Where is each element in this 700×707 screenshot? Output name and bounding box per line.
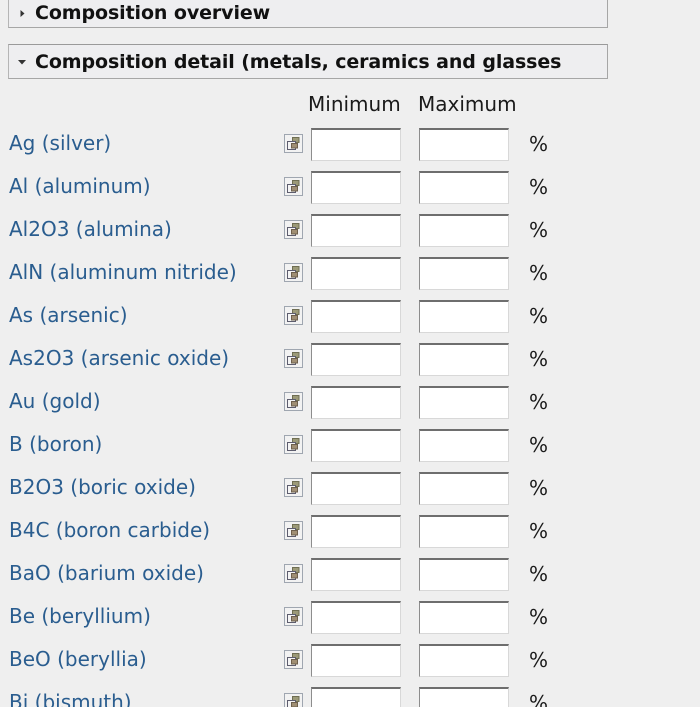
- row-label: As (arsenic): [9, 303, 128, 327]
- minimum-input[interactable]: [311, 601, 401, 634]
- row-label: BaO (barium oxide): [9, 561, 204, 585]
- maximum-input[interactable]: [419, 386, 509, 419]
- table-row: AlN (aluminum nitride)%: [0, 252, 700, 295]
- properties-icon[interactable]: [284, 263, 303, 282]
- properties-icon[interactable]: [284, 478, 303, 497]
- row-label: AlN (aluminum nitride): [9, 260, 237, 284]
- maximum-input[interactable]: [419, 128, 509, 161]
- composition-rows: Ag (silver)% Al (aluminum)% Al2O3 (alumina…: [0, 123, 700, 707]
- column-header-maximum: Maximum: [418, 92, 517, 116]
- minimum-input[interactable]: [311, 429, 401, 462]
- row-label: B4C (boron carbide): [9, 518, 211, 542]
- maximum-input[interactable]: [419, 300, 509, 333]
- properties-icon[interactable]: [284, 435, 303, 454]
- properties-icon[interactable]: [284, 220, 303, 239]
- table-row: Bi (bismuth)%: [0, 682, 700, 707]
- minimum-input[interactable]: [311, 472, 401, 505]
- maximum-input[interactable]: [419, 429, 509, 462]
- minimum-input[interactable]: [311, 214, 401, 247]
- minimum-input[interactable]: [311, 515, 401, 548]
- section-title: Composition overview: [35, 2, 271, 24]
- section-header-composition-overview[interactable]: Composition overview: [8, 0, 608, 28]
- row-label: Be (beryllium): [9, 604, 151, 628]
- minimum-input[interactable]: [311, 128, 401, 161]
- minimum-input[interactable]: [311, 343, 401, 376]
- table-row: Be (beryllium)%: [0, 596, 700, 639]
- minimum-input[interactable]: [311, 257, 401, 290]
- unit-label: %: [529, 261, 549, 285]
- row-label: As2O3 (arsenic oxide): [9, 346, 230, 370]
- row-label: Bi (bismuth): [9, 690, 132, 707]
- unit-label: %: [529, 605, 549, 629]
- maximum-input[interactable]: [419, 343, 509, 376]
- table-row: Al2O3 (alumina)%: [0, 209, 700, 252]
- maximum-input[interactable]: [419, 171, 509, 204]
- unit-label: %: [529, 132, 549, 156]
- unit-label: %: [529, 476, 549, 500]
- maximum-input[interactable]: [419, 472, 509, 505]
- row-label: BeO (beryllia): [9, 647, 147, 671]
- properties-icon[interactable]: [284, 521, 303, 540]
- properties-icon[interactable]: [284, 564, 303, 583]
- composition-panel: Composition overview Composition detail …: [0, 0, 700, 707]
- properties-icon[interactable]: [284, 306, 303, 325]
- section-title: Composition detail (metals, ceramics and…: [35, 50, 562, 73]
- properties-icon[interactable]: [284, 650, 303, 669]
- table-row: BaO (barium oxide)%: [0, 553, 700, 596]
- properties-icon[interactable]: [284, 134, 303, 153]
- table-row: Al (aluminum)%: [0, 166, 700, 209]
- properties-icon[interactable]: [284, 693, 303, 707]
- section-header-composition-detail[interactable]: Composition detail (metals, ceramics and…: [8, 44, 608, 79]
- table-row: B2O3 (boric oxide)%: [0, 467, 700, 510]
- minimum-input[interactable]: [311, 687, 401, 707]
- unit-label: %: [529, 218, 549, 242]
- minimum-input[interactable]: [311, 171, 401, 204]
- chevron-down-icon[interactable]: [9, 57, 35, 66]
- properties-icon[interactable]: [284, 177, 303, 196]
- table-row: B (boron)%: [0, 424, 700, 467]
- maximum-input[interactable]: [419, 687, 509, 707]
- table-row: As2O3 (arsenic oxide)%: [0, 338, 700, 381]
- column-header-minimum: Minimum: [308, 92, 401, 116]
- minimum-input[interactable]: [311, 644, 401, 677]
- table-row: As (arsenic)%: [0, 295, 700, 338]
- row-label: Ag (silver): [9, 131, 112, 155]
- maximum-input[interactable]: [419, 515, 509, 548]
- properties-icon[interactable]: [284, 349, 303, 368]
- row-label: Au (gold): [9, 389, 101, 413]
- maximum-input[interactable]: [419, 257, 509, 290]
- unit-label: %: [529, 691, 549, 707]
- properties-icon[interactable]: [284, 607, 303, 626]
- minimum-input[interactable]: [311, 386, 401, 419]
- maximum-input[interactable]: [419, 601, 509, 634]
- unit-label: %: [529, 390, 549, 414]
- table-row: Au (gold)%: [0, 381, 700, 424]
- row-label: B (boron): [9, 432, 103, 456]
- row-label: Al (aluminum): [9, 174, 151, 198]
- minimum-input[interactable]: [311, 558, 401, 591]
- table-row: BeO (beryllia)%: [0, 639, 700, 682]
- unit-label: %: [529, 519, 549, 543]
- table-row: Ag (silver)%: [0, 123, 700, 166]
- row-label: Al2O3 (alumina): [9, 217, 172, 241]
- properties-icon[interactable]: [284, 392, 303, 411]
- chevron-right-icon[interactable]: [9, 9, 35, 18]
- maximum-input[interactable]: [419, 558, 509, 591]
- unit-label: %: [529, 175, 549, 199]
- row-label: B2O3 (boric oxide): [9, 475, 196, 499]
- unit-label: %: [529, 304, 549, 328]
- unit-label: %: [529, 347, 549, 371]
- maximum-input[interactable]: [419, 644, 509, 677]
- unit-label: %: [529, 648, 549, 672]
- table-row: B4C (boron carbide)%: [0, 510, 700, 553]
- minimum-input[interactable]: [311, 300, 401, 333]
- unit-label: %: [529, 562, 549, 586]
- maximum-input[interactable]: [419, 214, 509, 247]
- unit-label: %: [529, 433, 549, 457]
